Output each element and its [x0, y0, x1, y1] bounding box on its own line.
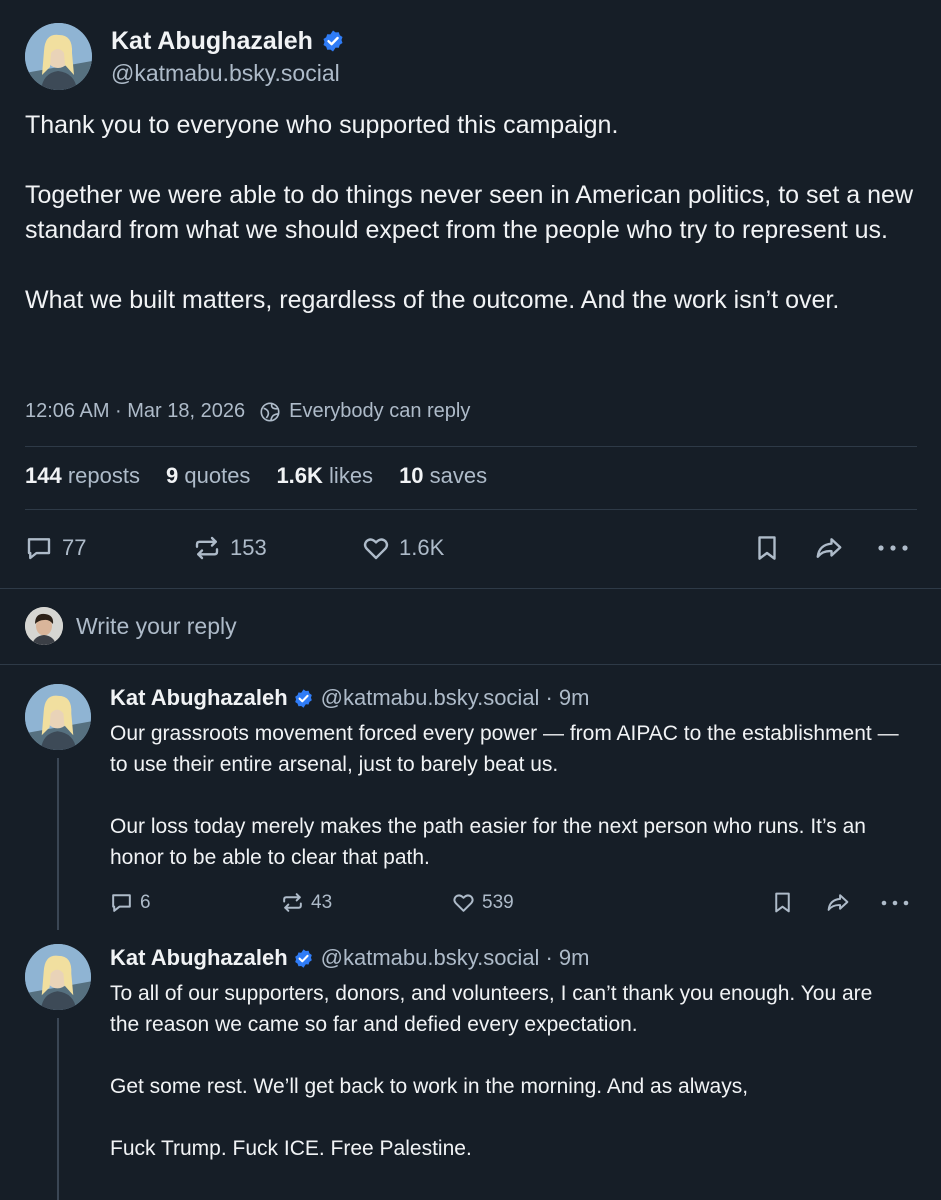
reply-paragraph: Our grassroots movement forced every pow…	[110, 722, 899, 776]
reposts-count: 144	[25, 463, 62, 488]
reply-setting[interactable]: Everybody can reply	[289, 400, 470, 423]
like-icon	[451, 890, 476, 915]
author-name[interactable]: Kat Abughazaleh	[110, 685, 288, 711]
quotes-count: 9	[166, 463, 179, 488]
verified-badge-icon	[293, 948, 314, 969]
repost-count: 43	[311, 891, 333, 913]
divider	[0, 664, 941, 665]
reply-paragraph: Get some rest. We’ll get back to work in…	[110, 1075, 749, 1098]
author-name[interactable]: Kat Abughazaleh	[111, 27, 313, 56]
reposts-label: reposts	[67, 463, 140, 488]
repost-icon	[280, 890, 305, 915]
verified-badge-icon	[293, 688, 314, 709]
user-avatar	[25, 607, 63, 645]
repost-button[interactable]: 153	[192, 533, 267, 563]
post-paragraph: Thank you to everyone who supported this…	[25, 111, 619, 139]
reply-body: Our grassroots movement forced every pow…	[110, 718, 910, 873]
bookmark-icon[interactable]	[770, 890, 795, 915]
repost-count: 153	[230, 535, 267, 560]
share-icon[interactable]	[824, 890, 852, 915]
author-avatar[interactable]	[25, 684, 91, 750]
divider	[25, 509, 917, 510]
like-button[interactable]: 1.6K	[361, 533, 444, 563]
share-icon[interactable]	[813, 533, 845, 563]
post-time[interactable]: · 9m	[545, 685, 589, 711]
like-icon	[361, 533, 391, 563]
author-avatar[interactable]	[25, 944, 91, 1010]
author-name[interactable]: Kat Abughazaleh	[110, 945, 288, 971]
saves-stat[interactable]: 10 saves	[399, 463, 487, 489]
reply-count: 77	[62, 535, 87, 560]
reply-icon	[24, 533, 54, 563]
reposts-stat[interactable]: 144 reposts	[25, 463, 140, 489]
reply-paragraph: Our loss today merely makes the path eas…	[110, 815, 866, 869]
more-icon[interactable]	[880, 896, 910, 910]
more-icon[interactable]	[876, 540, 910, 556]
quotes-label: quotes	[184, 463, 251, 488]
reply-count: 6	[140, 891, 151, 913]
reply-input[interactable]: Write your reply	[76, 611, 237, 641]
saves-label: saves	[429, 463, 488, 488]
divider	[0, 588, 941, 589]
post-stats: 144 reposts 9 quotes 1.6K likes 10 saves	[25, 463, 487, 489]
quotes-stat[interactable]: 9 quotes	[166, 463, 250, 489]
post-paragraph: What we built matters, regardless of the…	[25, 285, 840, 314]
like-button[interactable]: 539	[451, 890, 514, 915]
reply-button[interactable]: 77	[24, 533, 86, 563]
verified-badge-icon	[321, 29, 345, 53]
saves-count: 10	[399, 463, 424, 488]
likes-label: likes	[329, 463, 374, 488]
author-handle[interactable]: @katmabu.bsky.social	[321, 945, 540, 971]
thread-line	[57, 1018, 59, 1200]
author-avatar[interactable]	[25, 23, 92, 90]
repost-button[interactable]: 43	[280, 890, 332, 915]
reply-body: To all of our supporters, donors, and vo…	[110, 978, 900, 1164]
divider	[25, 446, 917, 447]
likes-count: 1.6K	[276, 463, 323, 488]
likes-stat[interactable]: 1.6K likes	[276, 463, 373, 489]
repost-icon	[192, 533, 222, 563]
author-handle[interactable]: @katmabu.bsky.social	[321, 685, 540, 711]
post-timestamp[interactable]: 12:06 AM · Mar 18, 2026	[25, 400, 245, 423]
author-handle[interactable]: @katmabu.bsky.social	[111, 58, 340, 88]
globe-icon	[259, 401, 281, 423]
bookmark-icon[interactable]	[752, 533, 782, 563]
post-paragraph: Together we were able to do things never…	[25, 180, 914, 245]
reply-paragraph: To all of our supporters, donors, and vo…	[110, 982, 873, 1036]
like-count: 539	[482, 891, 514, 913]
reply-button[interactable]: 6	[109, 890, 151, 915]
reply-paragraph: Fuck Trump. Fuck ICE. Free Palestine.	[110, 1137, 472, 1160]
like-count: 1.6K	[399, 535, 445, 560]
thread-line	[57, 758, 59, 930]
post-time[interactable]: · 9m	[545, 945, 589, 971]
reply-icon	[109, 890, 134, 915]
post-body: Thank you to everyone who supported this…	[25, 108, 920, 318]
